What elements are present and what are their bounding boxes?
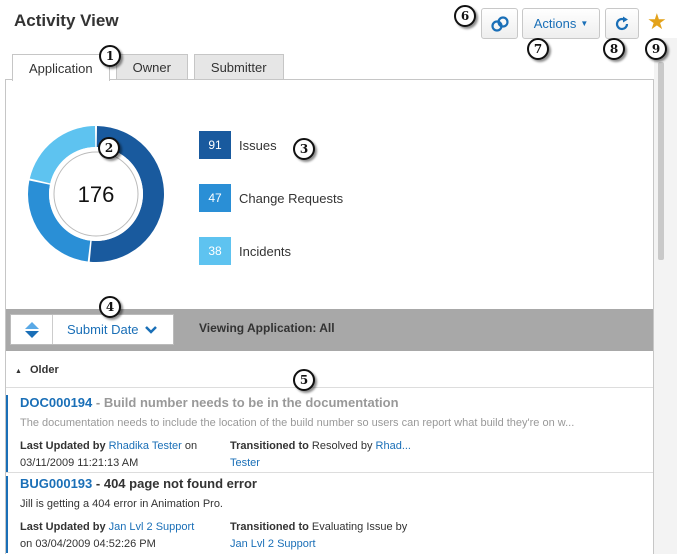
- updated-by-user-link[interactable]: Jan Lvl 2 Support: [109, 521, 195, 533]
- favorite-star-icon[interactable]: ★: [647, 11, 667, 33]
- record-title: DOC000194 - Build number needs to be in …: [20, 395, 653, 410]
- tab-label: Submitter: [210, 60, 267, 75]
- legend-count-badge: 91: [199, 131, 231, 159]
- updated-date: 03/04/2009 04:52:26 PM: [35, 538, 156, 550]
- refresh-button[interactable]: [605, 8, 639, 39]
- page-title: Activity View: [14, 11, 119, 30]
- legend-item-incidents[interactable]: 38 Incidents: [199, 237, 419, 265]
- viewing-filter-text: Viewing Application: All: [199, 321, 335, 335]
- legend-count-badge: 38: [199, 237, 231, 265]
- sort-field-label: Submit Date: [67, 322, 139, 337]
- collapse-triangle-icon[interactable]: ▲: [15, 368, 22, 375]
- on-word: on: [20, 538, 33, 550]
- record-meta: Last Updated by Rhadika Tester on 03/11/…: [20, 438, 653, 472]
- tab-label: Owner: [132, 60, 171, 75]
- record-id-link[interactable]: BUG000193: [20, 476, 92, 491]
- link-button[interactable]: [481, 8, 518, 39]
- legend-item-change-requests[interactable]: 47 Change Requests: [199, 184, 419, 212]
- record-description: Jill is getting a 404 error in Animation…: [20, 498, 223, 510]
- legend-count-badge: 47: [199, 184, 231, 212]
- sort-field-dropdown[interactable]: Submit Date: [67, 322, 158, 337]
- legend-label: Incidents: [239, 243, 292, 259]
- callout-marker: 9: [645, 38, 667, 60]
- sort-order-icon[interactable]: [11, 315, 53, 344]
- updated-by-label: Last Updated by: [20, 440, 106, 452]
- callout-marker: 8: [603, 38, 625, 60]
- callout-marker: 5: [293, 369, 315, 391]
- callout-marker: 2: [98, 137, 120, 159]
- scrollbar-thumb[interactable]: [658, 62, 664, 260]
- donut-total-label: 176: [78, 182, 115, 207]
- callout-marker: 6: [454, 5, 476, 27]
- caret-down-icon: ▼: [580, 19, 589, 28]
- divider: [6, 387, 653, 388]
- legend-label: Change Requests: [239, 190, 344, 206]
- transition-user-link[interactable]: Rhad...: [376, 440, 411, 452]
- transitioned-label: Transitioned to: [230, 440, 309, 452]
- transition-state: Evaluating Issue by: [311, 521, 408, 533]
- chevron-down-icon: [144, 325, 157, 334]
- transition-user-link-line2[interactable]: Jan Lvl 2 Support: [230, 538, 316, 550]
- on-word: on: [184, 440, 198, 452]
- tab-application[interactable]: Application: [12, 54, 110, 81]
- actions-menu-button[interactable]: Actions ▼: [522, 8, 600, 39]
- updated-by-user-link[interactable]: Rhadika Tester: [109, 440, 182, 452]
- record-description: The documentation needs to include the l…: [20, 417, 575, 429]
- sort-control[interactable]: Submit Date: [10, 314, 174, 345]
- tab-submitter[interactable]: Submitter: [193, 54, 284, 80]
- group-header-older[interactable]: ▲ Older: [6, 364, 653, 376]
- callout-marker: 7: [527, 38, 549, 60]
- updated-by-label: Last Updated by: [20, 521, 106, 533]
- callout-marker: 3: [293, 138, 315, 160]
- record-meta: Last Updated by Jan Lvl 2 Support on 03/…: [20, 519, 653, 553]
- group-label: Older: [30, 364, 59, 376]
- callout-marker: 4: [99, 296, 121, 318]
- actions-label: Actions: [533, 16, 577, 31]
- donut-chart[interactable]: 176: [26, 124, 166, 264]
- tab-bar: Application Owner Submitter: [12, 54, 290, 81]
- activity-record: DOC000194 - Build number needs to be in …: [6, 395, 653, 472]
- record-id-link[interactable]: DOC000194: [20, 395, 92, 410]
- tab-owner[interactable]: Owner: [115, 54, 188, 80]
- transitioned-label: Transitioned to: [230, 521, 309, 533]
- activity-record: BUG000193 - 404 page not found error Jil…: [6, 476, 653, 553]
- refresh-icon: [615, 16, 629, 30]
- transition-state: Resolved by: [311, 440, 373, 452]
- record-title: BUG000193 - 404 page not found error: [20, 476, 653, 491]
- record-summary: - Build number needs to be in the docume…: [95, 395, 399, 410]
- callout-marker: 1: [99, 45, 121, 67]
- transition-user-link-line2[interactable]: Tester: [230, 457, 260, 469]
- updated-date: 03/11/2009 11:21:13 AM: [20, 457, 139, 469]
- record-summary: - 404 page not found error: [95, 476, 257, 491]
- legend-label: Issues: [239, 137, 277, 153]
- link-icon: [490, 15, 509, 32]
- tab-label: Application: [29, 60, 93, 76]
- divider: [6, 472, 653, 473]
